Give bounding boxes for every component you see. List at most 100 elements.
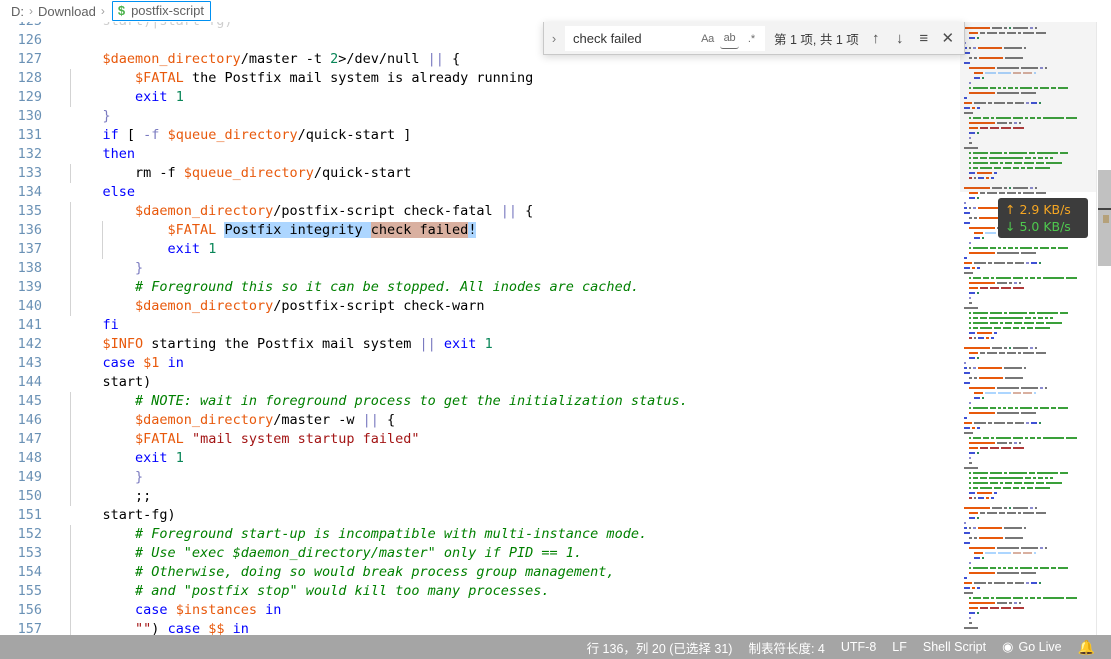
indent-guide (70, 278, 71, 297)
code-line[interactable]: 150 ;; (0, 487, 960, 506)
breadcrumb-folder[interactable]: Download (38, 4, 96, 19)
code-line[interactable]: 140 $daemon_directory/postfix-script che… (0, 297, 960, 316)
line-number: 154 (17, 564, 42, 580)
code-line[interactable]: 132 then (0, 145, 960, 164)
find-next-icon[interactable]: ↓ (889, 27, 911, 49)
minimap-line (960, 407, 1097, 411)
toggle-replace-icon[interactable]: › (544, 22, 564, 55)
code-line[interactable]: 144 start) (0, 373, 960, 392)
breadcrumb-drive[interactable]: D: (11, 4, 24, 19)
status-go-live-label: Go Live (1018, 640, 1062, 654)
code-line-content: ;; (62, 487, 960, 506)
code-token: /master -w (273, 412, 363, 428)
code-line[interactable]: 135 $daemon_directory/postfix-script che… (0, 202, 960, 221)
status-eol[interactable]: LF (884, 635, 915, 659)
indent-guide (70, 563, 71, 582)
code-line-content: "") case $$ in (62, 620, 960, 635)
code-line[interactable]: 153 # Use "exec $daemon_directory/master… (0, 544, 960, 563)
code-line[interactable]: 147 $FATAL "mail system startup failed" (0, 430, 960, 449)
status-tab-size[interactable]: 制表符长度: 4 (740, 635, 832, 659)
minimap-line (960, 57, 1097, 61)
find-widget[interactable]: › Aa ab .* 第 1 项, 共 1 项 ↑ ↓ ≡ ✕ (543, 22, 965, 55)
minimap[interactable] (960, 22, 1097, 635)
code-line[interactable]: 157 "") case $$ in (0, 620, 960, 635)
code-token: || (427, 51, 444, 67)
code-line[interactable]: 146 $daemon_directory/master -w || { (0, 411, 960, 430)
code-line[interactable]: 145 # NOTE: wait in foreground process t… (0, 392, 960, 411)
scrollbar-cursor-marker (1098, 208, 1111, 210)
code-line[interactable]: 134 else (0, 183, 960, 202)
close-find-icon[interactable]: ✕ (937, 27, 959, 49)
regex-icon[interactable]: .* (742, 29, 761, 48)
code-line[interactable]: 128 $FATAL the Postfix mail system is al… (0, 69, 960, 88)
code-line-content: case $instances in (62, 601, 960, 620)
code-line[interactable]: 137 exit 1 (0, 240, 960, 259)
code-line[interactable]: 139 # Foreground this so it can be stopp… (0, 278, 960, 297)
code-line[interactable]: 130 } (0, 107, 960, 126)
indent-guide (70, 69, 71, 88)
status-notifications[interactable]: 🔔 (1070, 635, 1103, 659)
code-line[interactable]: 142 $INFO starting the Postfix mail syst… (0, 335, 960, 354)
code-line[interactable]: 154 # Otherwise, doing so would break pr… (0, 563, 960, 582)
code-line[interactable]: 156 case $instances in (0, 601, 960, 620)
find-previous-icon[interactable]: ↑ (865, 27, 887, 49)
minimap-line (960, 282, 1097, 286)
breadcrumb-file[interactable]: $ postfix-script (111, 1, 212, 21)
code-token: /quick-start ] (297, 127, 412, 143)
code-line[interactable]: 138 } (0, 259, 960, 278)
code-line[interactable]: 149 } (0, 468, 960, 487)
editor-vertical-scrollbar[interactable] (1096, 22, 1111, 635)
find-input[interactable] (566, 26, 695, 50)
find-input-container[interactable]: Aa ab .* (565, 25, 765, 51)
status-encoding[interactable]: UTF-8 (833, 635, 884, 659)
code-token: # and "postfix stop" would kill too many… (135, 583, 550, 599)
minimap-line (960, 397, 1097, 401)
code-line-content: $daemon_directory/postfix-script check-w… (62, 297, 960, 316)
minimap-line (960, 602, 1097, 606)
whole-word-icon[interactable]: ab (720, 29, 739, 49)
breadcrumb: D: › Download › $ postfix-script (0, 0, 1111, 22)
minimap-line (960, 402, 1097, 406)
code-line[interactable]: 148 exit 1 (0, 449, 960, 468)
minimap-line (960, 87, 1097, 91)
line-number: 137 (17, 241, 42, 257)
code-line[interactable]: 155 # and "postfix stop" would kill too … (0, 582, 960, 601)
code-token: $FATAL (135, 431, 184, 447)
minimap-line (960, 187, 1097, 191)
minimap-line (960, 272, 1097, 276)
code-line[interactable]: 151 start-fg) (0, 506, 960, 525)
indent-guide (70, 202, 71, 221)
code-line[interactable]: 129 exit 1 (0, 88, 960, 107)
minimap-line (960, 107, 1097, 111)
code-line[interactable]: 136 $FATAL Postfix integrity check faile… (0, 221, 960, 240)
code-line[interactable]: 133 rm -f $queue_directory/quick-start (0, 164, 960, 183)
code-line[interactable]: 152 # Foreground start-up is incompatibl… (0, 525, 960, 544)
indent-guide (70, 525, 71, 544)
indent-guide (70, 164, 71, 183)
match-case-icon[interactable]: Aa (698, 29, 717, 48)
minimap-line (960, 622, 1097, 626)
code-line-content: case $1 in (62, 354, 960, 373)
code-line[interactable]: 131 if [ -f $queue_directory/quick-start… (0, 126, 960, 145)
status-cursor-position[interactable]: 行 136，列 20 (已选择 31) (579, 635, 741, 659)
minimap-line (960, 482, 1097, 486)
status-go-live[interactable]: ◉ Go Live (994, 635, 1069, 659)
status-language-mode[interactable]: Shell Script (915, 635, 994, 659)
scrollbar-find-match-marker (1103, 215, 1109, 223)
code-token: 1 (175, 89, 184, 105)
code-line[interactable]: 143 case $1 in (0, 354, 960, 373)
code-editor[interactable]: 125 start)|start-fg)126127 $daemon_direc… (0, 22, 1111, 635)
code-line[interactable]: 141 fi (0, 316, 960, 335)
code-line-content: $FATAL Postfix integrity check failed! (62, 221, 960, 240)
upload-speed: ↑ 2.9 KB/s (1005, 201, 1088, 218)
minimap-line (960, 22, 1097, 26)
line-number: 133 (17, 165, 42, 181)
code-token: in (265, 602, 282, 618)
code-token: 2 (330, 51, 339, 67)
find-in-selection-icon[interactable]: ≡ (913, 27, 935, 49)
